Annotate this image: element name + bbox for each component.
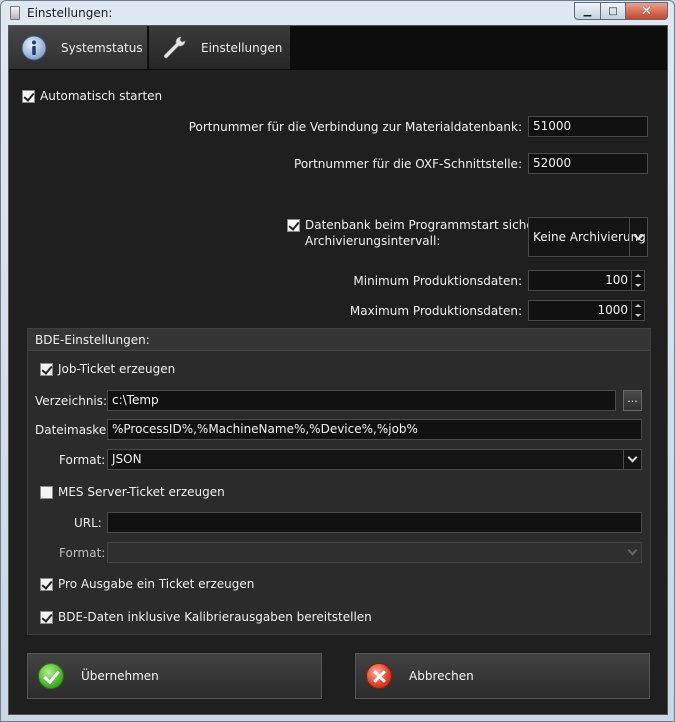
apply-button[interactable]: Übernehmen <box>27 653 322 699</box>
archive-interval-select[interactable]: Keine Archivierung <box>528 217 648 257</box>
url-input[interactable] <box>107 512 642 533</box>
tab-label: Einstellungen <box>201 40 283 55</box>
url-label: URL: <box>74 516 102 530</box>
job-ticket-checkbox[interactable] <box>40 363 53 376</box>
port-oxf-label: Portnummer für die OXF-Schnittstelle: <box>294 157 522 171</box>
format-label: Format: <box>59 453 106 467</box>
maximize-icon: □ <box>608 5 618 17</box>
calibration-label: BDE-Daten inklusive Kalibrierausgaben be… <box>58 610 372 624</box>
mes-format-label: Format: <box>59 546 106 560</box>
bde-settings-group: BDE-Einstellungen: Job-Ticket erzeugen V… <box>27 328 651 635</box>
wrench-icon <box>163 36 186 58</box>
stepper-arrows[interactable] <box>631 271 644 290</box>
window-controls: ▁ □ ✕ <box>574 2 668 20</box>
minimize-icon: ▁ <box>583 5 592 17</box>
backup-label: Datenbank beim Programmstart sichern. <box>305 218 550 232</box>
autostart-checkbox[interactable] <box>22 90 35 103</box>
arrow-up-icon[interactable] <box>635 274 641 278</box>
format-value: JSON <box>112 452 142 466</box>
max-prod-stepper[interactable]: 1000 <box>528 300 645 321</box>
port-material-label: Portnummer für die Verbindung zur Materi… <box>188 120 522 134</box>
tab-systemstatus[interactable]: Systemstatus <box>9 26 148 69</box>
cancel-label: Abbrechen <box>409 669 474 683</box>
check-icon <box>38 663 64 689</box>
settings-window: Einstellungen: ▁ □ ✕ Systemstatus Einste… <box>0 0 675 722</box>
arrow-up-icon[interactable] <box>635 304 641 308</box>
close-button[interactable]: ✕ <box>625 2 668 20</box>
arrow-down-icon[interactable] <box>635 283 641 287</box>
tab-einstellungen[interactable]: Einstellungen <box>149 26 290 69</box>
tab-label: Systemstatus <box>61 40 143 55</box>
stepper-arrows[interactable] <box>631 301 644 320</box>
job-ticket-label: Job-Ticket erzeugen <box>58 362 176 376</box>
archive-interval-label: Archivierungsintervall: <box>305 234 441 248</box>
group-header: BDE-Einstellungen: <box>28 329 650 351</box>
filemask-input[interactable]: %ProcessID%,%MachineName%,%Device%,%job% <box>107 419 642 440</box>
autostart-label: Automatisch starten <box>40 89 163 103</box>
title-bar[interactable]: Einstellungen: ▁ □ ✕ <box>1 1 674 25</box>
directory-label: Verzeichnis: <box>35 394 108 408</box>
arrow-down-icon[interactable] <box>635 313 641 317</box>
cancel-button[interactable]: Abbrechen <box>355 653 650 699</box>
mes-ticket-checkbox[interactable] <box>40 486 53 499</box>
chevron-down-icon[interactable] <box>623 450 641 469</box>
maximize-button[interactable]: □ <box>600 2 625 20</box>
group-title: BDE-Einstellungen: <box>35 333 150 347</box>
port-material-input[interactable]: 51000 <box>528 116 648 137</box>
min-prod-stepper[interactable]: 100 <box>528 270 645 291</box>
client-area: Systemstatus Einstellungen Automatisch s… <box>8 25 668 715</box>
min-prod-value: 100 <box>605 273 628 287</box>
min-prod-label: Minimum Produktionsdaten: <box>353 274 522 288</box>
max-prod-value: 1000 <box>597 303 628 317</box>
per-output-label: Pro Ausgabe ein Ticket erzeugen <box>58 577 255 591</box>
per-output-checkbox[interactable] <box>40 578 53 591</box>
format-select[interactable]: JSON <box>107 449 642 470</box>
app-icon <box>10 6 20 20</box>
chevron-down-icon[interactable] <box>629 218 647 256</box>
mes-format-select[interactable] <box>107 542 642 563</box>
calibration-checkbox[interactable] <box>40 611 53 624</box>
browse-button[interactable]: ... <box>623 390 642 411</box>
cancel-icon <box>366 663 392 689</box>
close-icon: ✕ <box>641 3 652 19</box>
directory-input[interactable]: c:\Temp <box>107 390 616 411</box>
chevron-down-icon[interactable] <box>623 543 641 562</box>
info-icon <box>21 35 47 60</box>
apply-label: Übernehmen <box>81 669 159 683</box>
minimize-button[interactable]: ▁ <box>574 2 600 20</box>
window-title: Einstellungen: <box>27 6 113 20</box>
tab-bar: Systemstatus Einstellungen <box>9 26 667 70</box>
max-prod-label: Maximum Produktionsdaten: <box>349 304 522 318</box>
filemask-label: Dateimaske: <box>35 423 111 437</box>
backup-checkbox[interactable] <box>287 219 300 232</box>
port-oxf-input[interactable]: 52000 <box>528 153 648 174</box>
mes-ticket-label: MES Server-Ticket erzeugen <box>58 485 225 499</box>
